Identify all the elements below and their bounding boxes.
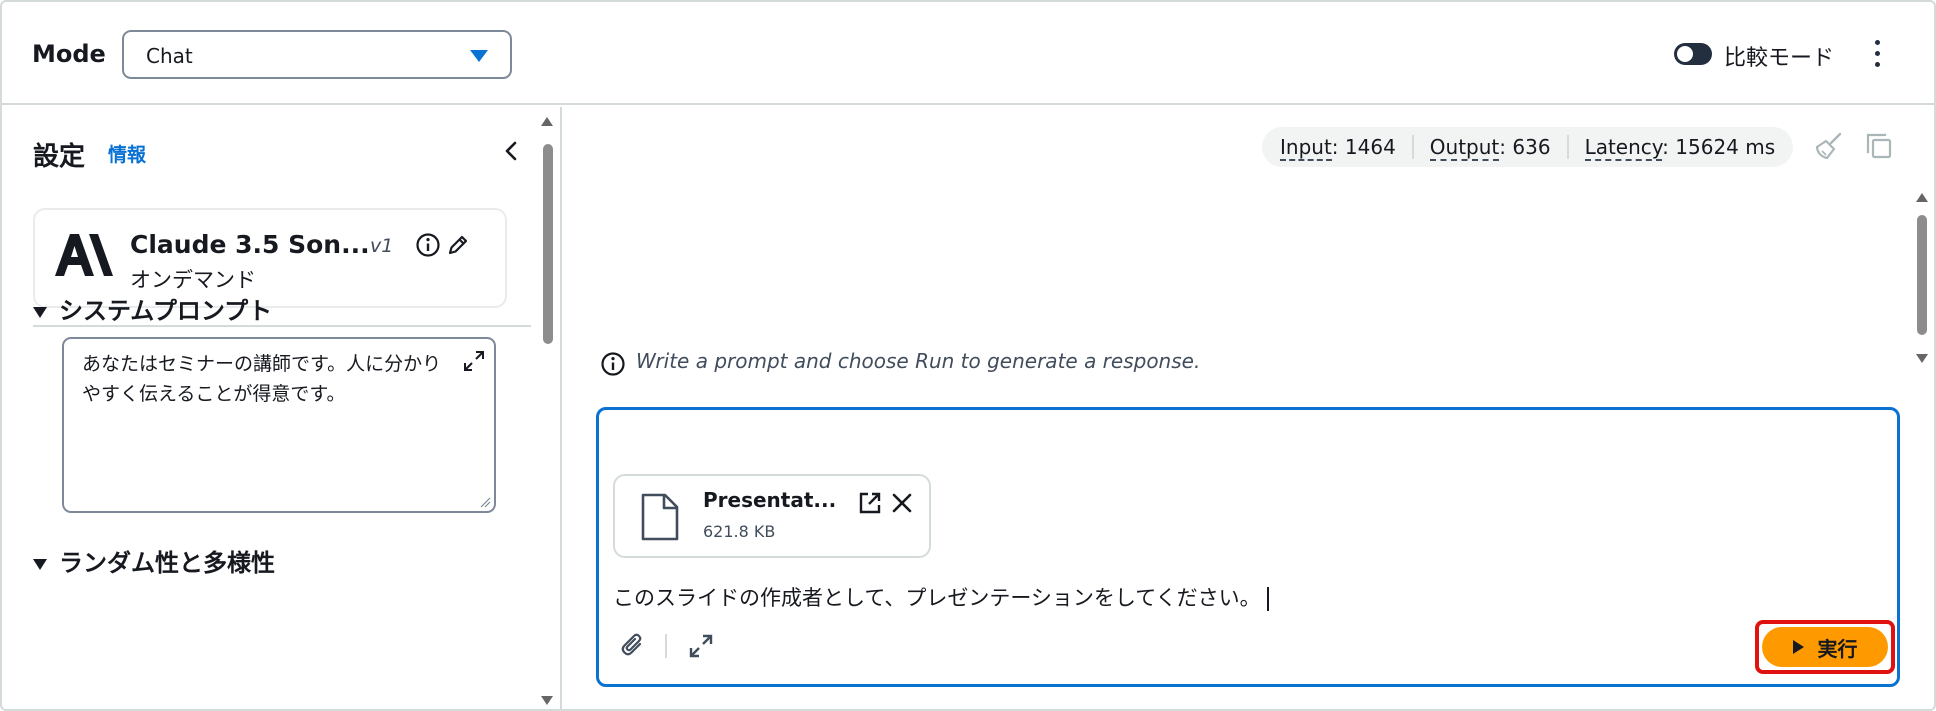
resize-handle-icon[interactable] — [479, 496, 491, 508]
latency-stat-label[interactable]: Latency — [1584, 135, 1663, 161]
model-subtitle: オンデマンド — [130, 268, 256, 292]
settings-title: 設定 — [33, 142, 86, 172]
randomness-heading-text: ランダム性と多様性 — [59, 549, 275, 577]
usage-stats: Input: 1464 Output: 636 Latency: 15624 m… — [1262, 127, 1794, 167]
info-icon — [601, 352, 625, 376]
prompt-text[interactable]: このスライドの作成者として、プレゼンテーションをしてください。 — [613, 582, 1269, 612]
toolbar-divider — [665, 634, 667, 658]
settings-scrollbar[interactable] — [539, 117, 555, 705]
scroll-up-icon[interactable] — [1916, 193, 1928, 202]
system-prompt-heading[interactable]: システムプロンプト — [33, 291, 272, 326]
attachment-card[interactable]: Presentat... 621.8 KB — [613, 474, 931, 558]
input-stat-label[interactable]: Input — [1280, 135, 1332, 161]
prompt-input[interactable]: Presentat... 621.8 KB このスライドの作成者として、プレゼン… — [596, 407, 1900, 687]
model-name: Claude 3.5 Son... — [130, 230, 370, 259]
more-options-icon[interactable] — [1872, 40, 1884, 70]
expand-icon[interactable] — [462, 349, 486, 373]
system-prompt-textarea[interactable]: あなたはセミナーの講師です。人に分かりやすく伝えることが得意です。 — [62, 337, 496, 513]
run-button-highlight: 実行 — [1755, 620, 1895, 674]
app-frame: Mode Chat 比較モード 設定 情報 Claude 3.5 Son... … — [0, 0, 1936, 711]
compare-mode-label: 比較モード — [1724, 46, 1835, 71]
header: Mode Chat 比較モード — [2, 2, 1934, 105]
mode-label: Mode — [32, 40, 106, 68]
input-stat: Input: 1464 — [1280, 135, 1412, 161]
model-version: v1 — [370, 235, 394, 257]
caret-down-icon — [33, 558, 47, 570]
file-icon — [641, 493, 679, 541]
chat-panel: Input: 1464 Output: 636 Latency: 15624 m… — [564, 107, 1934, 709]
output-stat: Output: 636 — [1411, 135, 1567, 161]
run-button[interactable]: 実行 — [1762, 627, 1888, 667]
compare-mode-toggle[interactable] — [1674, 43, 1712, 65]
latency-stat-value: : 15624 ms — [1662, 135, 1776, 159]
system-prompt-text: あなたはセミナーの講師です。人に分かりやすく伝えることが得意です。 — [82, 353, 442, 405]
attachment-size: 621.8 KB — [703, 522, 776, 541]
run-button-label: 実行 — [1817, 636, 1858, 661]
clear-broom-icon[interactable] — [1814, 131, 1844, 161]
edit-pencil-icon[interactable] — [445, 232, 471, 258]
chat-scrollbar[interactable] — [1914, 193, 1930, 363]
caret-down-icon — [470, 50, 488, 62]
info-icon[interactable] — [415, 232, 441, 258]
play-icon — [1792, 640, 1804, 654]
anthropic-logo-icon — [55, 234, 113, 276]
chevron-left-icon[interactable] — [500, 139, 524, 163]
input-stat-value: : 1464 — [1331, 135, 1396, 159]
info-link[interactable]: 情報 — [108, 140, 146, 167]
divider — [33, 325, 531, 327]
output-stat-label[interactable]: Output — [1429, 135, 1500, 161]
empty-state-hint: Write a prompt and choose Run to generat… — [636, 349, 1201, 373]
latency-stat: Latency: 15624 ms — [1566, 135, 1776, 161]
attachment-name: Presentat... — [703, 488, 837, 512]
close-icon[interactable] — [889, 490, 915, 516]
expand-icon[interactable] — [687, 632, 715, 660]
scroll-up-icon[interactable] — [541, 117, 553, 126]
paperclip-icon[interactable] — [619, 632, 647, 660]
randomness-heading[interactable]: ランダム性と多様性 — [33, 543, 275, 578]
scroll-down-icon[interactable] — [541, 696, 553, 705]
text-cursor — [1266, 587, 1269, 611]
prompt-text-value: このスライドの作成者として、プレゼンテーションをしてください。 — [613, 586, 1261, 610]
caret-down-icon — [33, 306, 47, 318]
external-link-icon[interactable] — [857, 490, 883, 516]
mode-select-value: Chat — [146, 44, 193, 68]
copy-icon[interactable] — [1864, 131, 1894, 161]
output-stat-value: : 636 — [1499, 135, 1551, 159]
mode-select[interactable]: Chat — [122, 30, 512, 79]
system-prompt-heading-text: システムプロンプト — [59, 297, 273, 325]
scrollbar-thumb[interactable] — [1917, 215, 1927, 335]
scroll-down-icon[interactable] — [1916, 354, 1928, 363]
scrollbar-thumb[interactable] — [543, 144, 553, 344]
settings-panel: 設定 情報 Claude 3.5 Son... v1 オンデマンド システムプロ… — [2, 107, 562, 709]
